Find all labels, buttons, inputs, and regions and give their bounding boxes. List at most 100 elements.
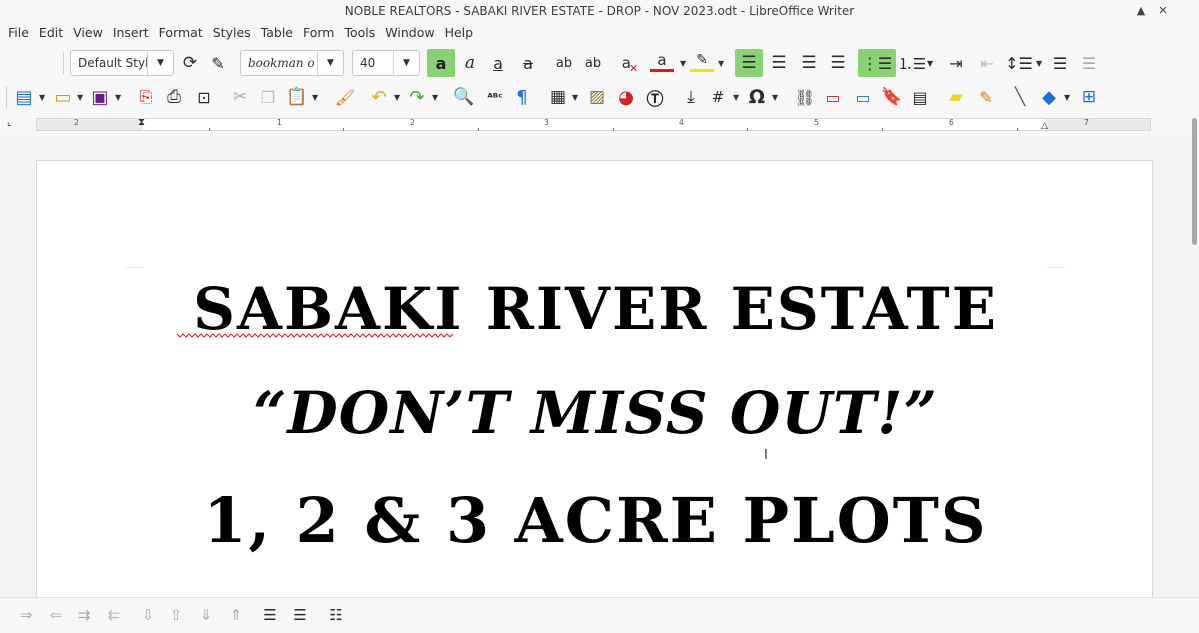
superscript-icon[interactable]: ab	[551, 50, 577, 76]
save-dropdown[interactable]: ▼	[115, 93, 121, 102]
redo-icon[interactable]: ↷	[404, 84, 430, 110]
insert-bookmark-icon[interactable]: 🔖	[880, 84, 904, 110]
underline-icon[interactable]: a	[486, 50, 510, 76]
insert-special-character-icon[interactable]: Ω	[744, 84, 770, 110]
maximize-button[interactable]: ▲	[1129, 0, 1153, 22]
menu-tools[interactable]: Tools	[339, 22, 380, 44]
restart-numbering-icon[interactable]: ☰	[288, 603, 312, 627]
copy-icon[interactable]: ❐	[256, 84, 280, 110]
subscript-icon[interactable]: ab	[580, 50, 606, 76]
strikethrough-icon[interactable]: a	[516, 50, 540, 76]
print-preview-icon[interactable]: ⊡	[192, 84, 216, 110]
redo-dropdown[interactable]: ▼	[432, 93, 438, 102]
insert-chart-icon[interactable]: ◕	[614, 84, 638, 110]
insert-unnumbered-entry-icon[interactable]: ☰	[258, 603, 282, 627]
line-spacing-dropdown[interactable]: ▼	[1036, 59, 1042, 68]
demote-outline-icon[interactable]: ⇒	[14, 603, 38, 627]
font-name-dropdown[interactable]: ▼	[317, 51, 343, 75]
demote-with-subpoints-icon[interactable]: ⇉	[72, 603, 96, 627]
undo-dropdown[interactable]: ▼	[394, 93, 400, 102]
paragraph-style-combo[interactable]: Default Styl ▼	[70, 50, 174, 76]
left-indent-marker-icon[interactable]: ⧗	[138, 117, 145, 128]
italic-icon[interactable]: a	[458, 50, 482, 76]
find-replace-icon[interactable]: 🔍	[451, 84, 477, 110]
font-color-dropdown[interactable]: ▼	[680, 59, 686, 68]
clear-formatting-icon[interactable]: a ✕	[618, 50, 642, 76]
vertical-scrollbar[interactable]	[1189, 118, 1199, 596]
bold-icon[interactable]: a	[427, 49, 455, 77]
open-folder-icon[interactable]: ▭	[50, 84, 76, 110]
close-button[interactable]: ✕	[1151, 0, 1175, 22]
menu-file[interactable]: File	[3, 22, 34, 44]
justify-icon[interactable]: ☰	[825, 50, 851, 76]
insert-endnote-icon[interactable]: ▭	[850, 84, 876, 110]
ordered-list-icon[interactable]: ⒈☰	[898, 50, 926, 76]
move-item-down-icon[interactable]: ⇩	[136, 603, 160, 627]
document-page[interactable]: SABAKI RIVER ESTATE “DON’T MISS OUT!” 1,…	[36, 160, 1153, 597]
line-spacing-icon[interactable]: ↕☰	[1005, 50, 1033, 76]
insert-comment-icon[interactable]: ▰	[944, 84, 968, 110]
move-down-with-subpoints-icon[interactable]: ⇓	[194, 603, 218, 627]
promote-outline-icon[interactable]: ⇐	[44, 603, 68, 627]
promote-with-subpoints-icon[interactable]: ⇇	[102, 603, 126, 627]
basic-shapes-icon[interactable]: ◆	[1036, 84, 1062, 110]
align-center-icon[interactable]: ☰	[766, 50, 792, 76]
menu-form[interactable]: Form	[298, 22, 340, 44]
formatting-marks-icon[interactable]: ¶	[510, 84, 534, 110]
tab-stop-selector-icon[interactable]: ⌞	[7, 117, 12, 128]
insert-cross-reference-icon[interactable]: ▤	[908, 84, 932, 110]
insert-hyperlink-icon[interactable]: ⛓	[792, 84, 818, 110]
clone-formatting-icon[interactable]: 🖌	[333, 84, 357, 110]
new-style-icon[interactable]: ✎	[206, 52, 230, 74]
font-size-dropdown[interactable]: ▼	[393, 51, 419, 75]
open-dropdown[interactable]: ▼	[77, 93, 83, 102]
spelling-icon[interactable]: ᴬᴮᶜ	[482, 84, 508, 110]
special-character-dropdown[interactable]: ▼	[772, 93, 778, 102]
menu-insert[interactable]: Insert	[108, 22, 154, 44]
paragraph-spacing-icon[interactable]: ☰	[1047, 50, 1073, 76]
horizontal-ruler[interactable]: 2 1 2 3 4 5 6 7 ⧗ △	[36, 117, 1151, 131]
tagline[interactable]: “DON’T MISS OUT!”	[37, 379, 1154, 447]
decrease-indent-icon[interactable]: ⇤	[974, 50, 1000, 76]
insert-text-box-icon[interactable]: Ⓣ	[643, 84, 667, 110]
basic-shapes-dropdown[interactable]: ▼	[1064, 93, 1070, 102]
font-color-icon[interactable]: a	[650, 50, 674, 72]
font-name-combo[interactable]: bookman ol ▼	[240, 50, 344, 76]
undo-icon[interactable]: ↶	[366, 84, 392, 110]
paste-icon[interactable]: 📋	[284, 84, 310, 110]
draw-functions-icon[interactable]: ⊞	[1076, 84, 1102, 110]
align-left-icon[interactable]: ☰	[735, 49, 763, 77]
highlight-color-dropdown[interactable]: ▼	[718, 59, 724, 68]
insert-page-break-icon[interactable]: ⤓	[678, 84, 704, 110]
right-indent-marker-icon[interactable]: △	[1041, 121, 1048, 131]
increase-indent-icon[interactable]: ⇥	[943, 50, 969, 76]
move-item-up-icon[interactable]: ⇧	[164, 603, 188, 627]
save-icon[interactable]: ▣	[88, 84, 112, 110]
paragraph-icon[interactable]: ☰	[1076, 50, 1102, 76]
insert-image-icon[interactable]: ▨	[584, 84, 610, 110]
align-right-icon[interactable]: ☰	[796, 50, 822, 76]
menu-format[interactable]: Format	[154, 22, 208, 44]
insert-table-icon[interactable]: ▦	[545, 84, 571, 110]
menu-table[interactable]: Table	[256, 22, 298, 44]
unordered-list-icon[interactable]: ⋮☰	[858, 49, 896, 77]
vertical-scrollbar-thumb[interactable]	[1192, 118, 1197, 245]
track-changes-icon[interactable]: ✎	[974, 84, 998, 110]
export-pdf-icon[interactable]: ⎘	[134, 84, 158, 110]
insert-field-icon[interactable]: #	[706, 84, 730, 110]
menu-help[interactable]: Help	[440, 22, 479, 44]
highlight-color-icon[interactable]: ✎	[690, 50, 714, 72]
insert-line-icon[interactable]: ╲	[1008, 84, 1032, 110]
bullets-numbering-dialog-icon[interactable]: ☷	[324, 603, 348, 627]
insert-footnote-icon[interactable]: ▭	[820, 84, 846, 110]
new-dropdown[interactable]: ▼	[39, 93, 45, 102]
paste-dropdown[interactable]: ▼	[312, 93, 318, 102]
cut-icon[interactable]: ✂	[228, 84, 252, 110]
menu-edit[interactable]: Edit	[34, 22, 68, 44]
paragraph-style-dropdown[interactable]: ▼	[147, 51, 173, 75]
insert-field-dropdown[interactable]: ▼	[733, 93, 739, 102]
insert-table-dropdown[interactable]: ▼	[572, 93, 578, 102]
move-up-with-subpoints-icon[interactable]: ⇑	[224, 603, 248, 627]
update-style-icon[interactable]: ⟳	[178, 52, 202, 74]
print-icon[interactable]: ⎙	[162, 84, 186, 110]
